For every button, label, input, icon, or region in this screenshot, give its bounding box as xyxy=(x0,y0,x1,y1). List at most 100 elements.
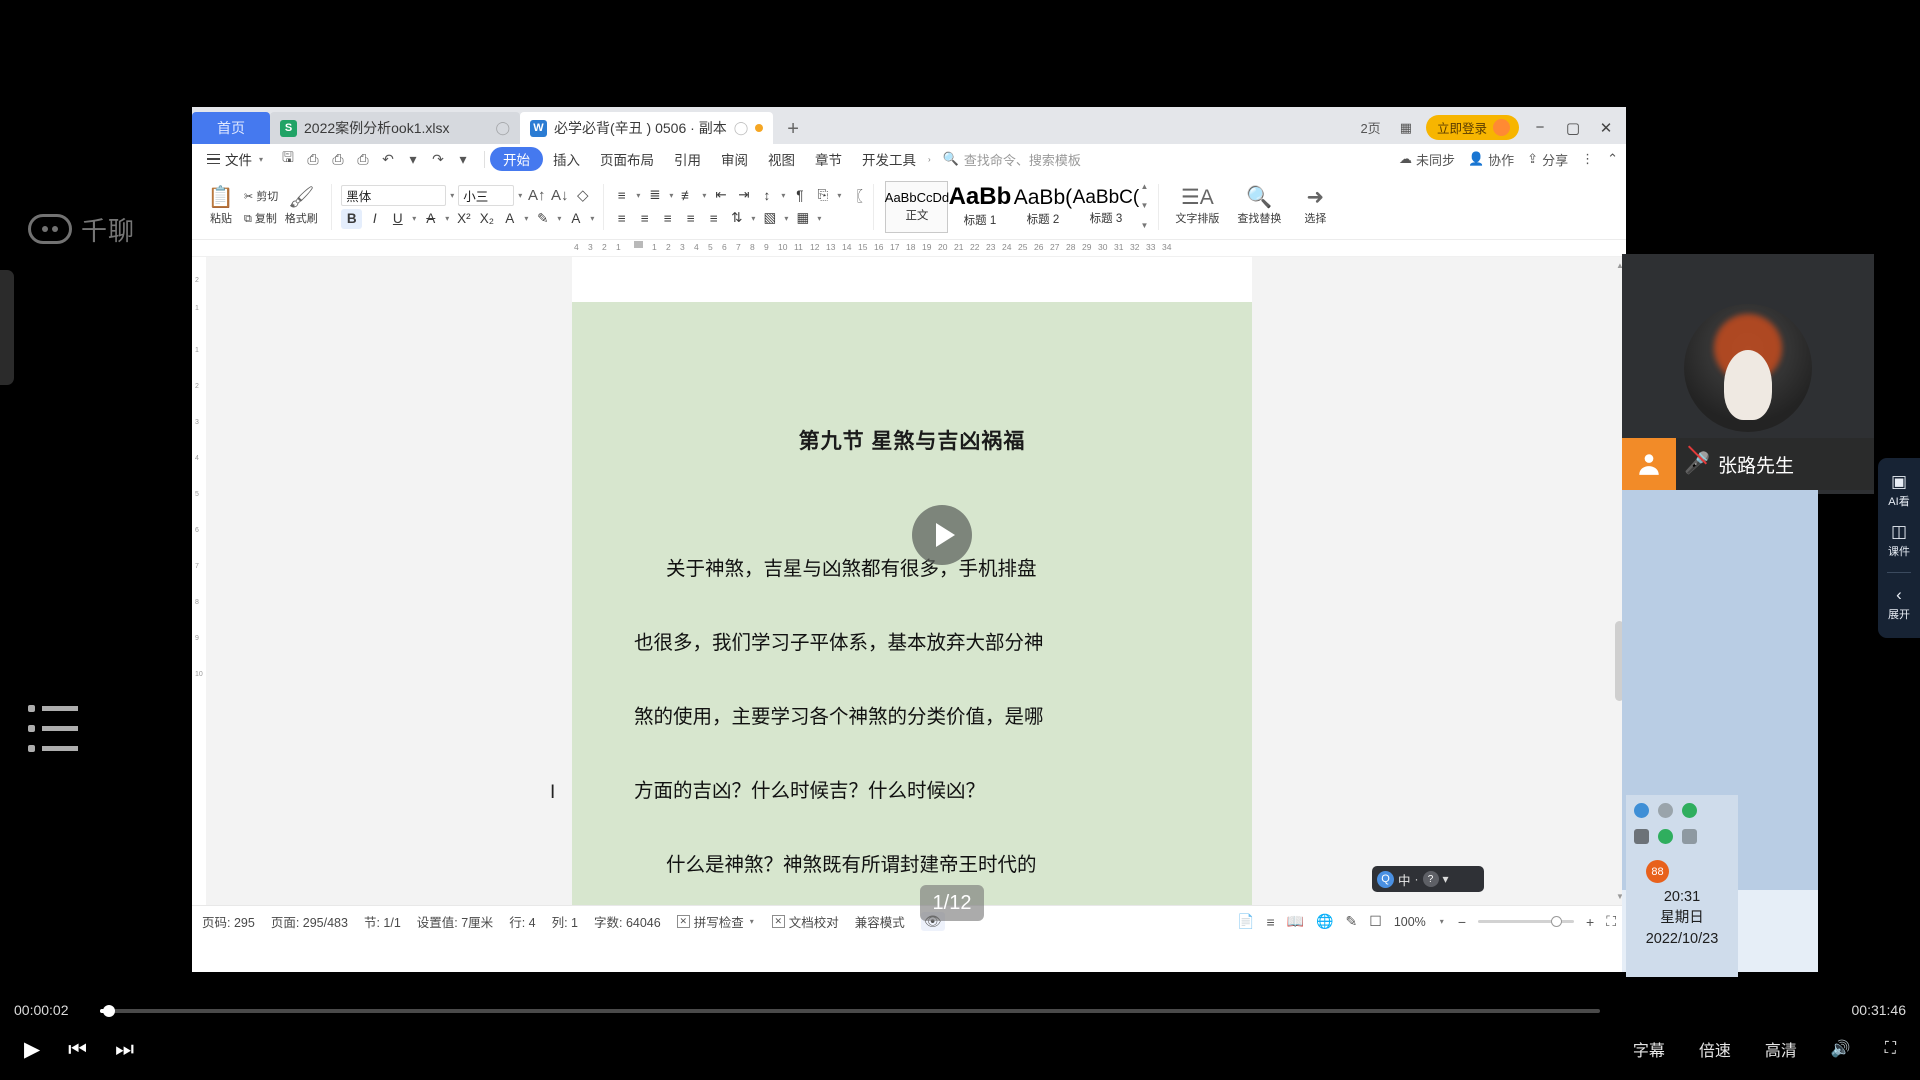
indent-marker[interactable] xyxy=(634,241,643,248)
align-left-icon[interactable]: ≡ xyxy=(611,208,632,228)
undo-icon[interactable]: ↶ xyxy=(377,151,399,168)
fullscreen-icon[interactable]: ⛶ xyxy=(1885,1040,1896,1058)
chevron-down-icon[interactable]: ▾ xyxy=(835,191,843,200)
underline-button[interactable]: U xyxy=(387,209,408,229)
chevron-down-icon[interactable]: ▾ xyxy=(410,214,418,223)
ime-mode-label[interactable]: 中 xyxy=(1398,870,1411,889)
chevron-down-icon[interactable]: ▾ xyxy=(448,191,456,200)
proofread-button[interactable]: ✕ 文档校对 xyxy=(772,912,839,931)
chevron-down-icon[interactable]: ▾ xyxy=(1438,917,1446,926)
vertical-ruler[interactable]: 21 12 34 56 78 910 xyxy=(192,257,206,905)
chevron-down-icon[interactable]: ▾ xyxy=(588,214,596,223)
speed-button[interactable]: 倍速 xyxy=(1699,1037,1731,1061)
zoom-slider[interactable] xyxy=(1478,920,1574,923)
outline-view-icon[interactable]: ≡ xyxy=(1266,914,1274,930)
chevron-down-icon[interactable]: ▼ xyxy=(1140,201,1148,210)
highlight-icon[interactable]: ✎ xyxy=(532,209,553,229)
chevron-down-icon[interactable]: ▾ xyxy=(749,214,757,223)
save-as-icon[interactable]: ⎙ xyxy=(302,151,324,168)
fullscreen-icon[interactable]: ⛶ xyxy=(1606,913,1616,930)
command-search[interactable]: 🔍 查找命令、搜索模板 xyxy=(943,150,1081,169)
strikethrough-button[interactable]: A xyxy=(420,209,441,229)
chevron-down-icon[interactable]: ▾ xyxy=(555,214,563,223)
select-button[interactable]: ➜ 选择 xyxy=(1290,187,1340,226)
web-view-icon[interactable]: 🌐 xyxy=(1316,913,1333,930)
book-view-icon[interactable]: 📖 xyxy=(1287,913,1304,930)
document-page[interactable]: 第九节 星煞与吉凶祸福 关于神煞，吉星与凶煞都有很多，手机排盘 也很多，我们学习… xyxy=(572,257,1252,905)
play-icon[interactable]: ▶ xyxy=(24,1037,40,1062)
pen-edit-icon[interactable]: ✎ xyxy=(1346,913,1358,930)
menu-item-view[interactable]: 视图 xyxy=(758,147,805,171)
superscript-button[interactable]: X² xyxy=(453,209,474,229)
menu-item-insert[interactable]: 插入 xyxy=(543,147,590,171)
chevron-down-icon[interactable]: ▾ xyxy=(443,214,451,223)
rail-item-courseware[interactable]: ◫ 课件 xyxy=(1878,518,1920,564)
tab-home[interactable]: 首页 xyxy=(192,112,270,144)
customize-qat-icon[interactable]: ▾ xyxy=(452,151,474,168)
chevron-up-icon[interactable]: ▲ xyxy=(1140,182,1148,191)
chevron-down-icon[interactable]: ▾ xyxy=(667,191,675,200)
zoom-in-button[interactable]: + xyxy=(1586,914,1594,930)
distribute-icon[interactable]: ≡ xyxy=(703,208,724,228)
find-replace-button[interactable]: 🔍 查找替换 xyxy=(1228,187,1290,226)
previous-icon[interactable]: ⏮ xyxy=(68,1038,87,1062)
volume-icon[interactable]: 🔊 xyxy=(1831,1039,1851,1059)
print-icon[interactable]: ⎙ xyxy=(327,151,349,168)
zoom-level-label[interactable]: 100% xyxy=(1394,915,1426,929)
sort-icon[interactable]: ↕ xyxy=(756,185,777,205)
italic-button[interactable]: I xyxy=(364,209,385,229)
signin-button[interactable]: 立即登录 xyxy=(1426,115,1519,140)
taskbar-clock[interactable]: 20:31 星期日 2022/10/23 xyxy=(1626,887,1738,950)
show-marks-icon[interactable]: ¶ xyxy=(789,185,810,205)
zoom-out-button[interactable]: − xyxy=(1458,914,1466,930)
undo-dropdown-icon[interactable]: ▾ xyxy=(402,151,424,168)
borders-icon[interactable]: ▦ xyxy=(792,208,813,228)
comment-icon[interactable]: ◯ xyxy=(734,120,749,136)
chevron-down-icon[interactable]: ▾ xyxy=(516,191,524,200)
format-painter-button[interactable]: 🖌 格式刷 xyxy=(278,187,324,226)
fit-page-icon[interactable]: ☐ xyxy=(1369,913,1382,930)
antivirus-icon[interactable] xyxy=(1658,829,1673,844)
menu-item-review[interactable]: 审阅 xyxy=(711,147,758,171)
text-layout-button[interactable]: ☰A 文字排版 xyxy=(1166,187,1228,226)
menu-item-developer[interactable]: 开发工具 xyxy=(852,147,926,171)
print-preview-icon[interactable]: ⎙ xyxy=(352,151,374,168)
chevron-down-icon[interactable]: ▾ xyxy=(634,191,642,200)
menu-item-references[interactable]: 引用 xyxy=(664,147,711,171)
justify-icon[interactable]: ≡ xyxy=(680,208,701,228)
progress-knob[interactable] xyxy=(103,1005,115,1017)
grid-icon[interactable]: ▦ xyxy=(1395,118,1417,138)
network-icon[interactable] xyxy=(1634,803,1649,818)
tab-xlsx-document[interactable]: S 2022案例分析ook1.xlsx ◯ xyxy=(270,112,520,144)
line-spacing-icon[interactable]: ⇅ xyxy=(726,208,747,228)
style-normal[interactable]: AaBbCcDd 正文 xyxy=(885,181,948,233)
menu-overflow-icon[interactable]: › xyxy=(926,155,933,164)
ime-menu-icon[interactable]: ▾ xyxy=(1443,872,1449,886)
chevron-down-icon[interactable]: ▾ xyxy=(779,191,787,200)
menu-item-start[interactable]: 开始 xyxy=(490,147,543,171)
horizontal-ruler[interactable]: 4321123456789101112131415161718192021222… xyxy=(192,240,1626,257)
style-heading-1[interactable]: AaBb 标题 1 xyxy=(948,181,1011,233)
quality-button[interactable]: 高清 xyxy=(1765,1037,1797,1061)
maximize-button[interactable]: ▢ xyxy=(1561,119,1585,137)
ime-help-icon[interactable]: ? xyxy=(1423,871,1439,887)
volume-icon[interactable] xyxy=(1634,829,1649,844)
copy-button[interactable]: ⧉ 复制 xyxy=(244,210,278,226)
numbered-list-icon[interactable]: ≣ xyxy=(644,185,665,205)
decrease-indent-icon[interactable]: ⇤ xyxy=(710,185,731,205)
close-button[interactable]: ✕ xyxy=(1594,119,1618,137)
collaborate-button[interactable]: 👤 协作 xyxy=(1468,150,1514,169)
progress-track[interactable] xyxy=(100,1009,1600,1013)
comment-icon[interactable]: ◯ xyxy=(495,120,510,136)
increase-font-icon[interactable]: A↑ xyxy=(526,185,547,205)
sync-status-button[interactable]: ☁ 未同步 xyxy=(1399,150,1455,169)
ime-status-bar[interactable]: Q 中 · ? ▾ xyxy=(1372,866,1484,892)
printer-icon[interactable] xyxy=(1682,829,1697,844)
cut-button[interactable]: ✂ 剪切 xyxy=(244,188,278,204)
paste-button[interactable]: 📋 粘贴 xyxy=(198,187,244,226)
mic-muted-icon[interactable]: 🎤 xyxy=(1684,452,1710,476)
style-gallery-scroll[interactable]: ▲ ▼ ▼ xyxy=(1137,181,1151,231)
subtitle-button[interactable]: 字幕 xyxy=(1633,1037,1665,1061)
page-view-icon[interactable]: 📄 xyxy=(1237,913,1254,930)
menu-item-page-layout[interactable]: 页面布局 xyxy=(590,147,664,171)
